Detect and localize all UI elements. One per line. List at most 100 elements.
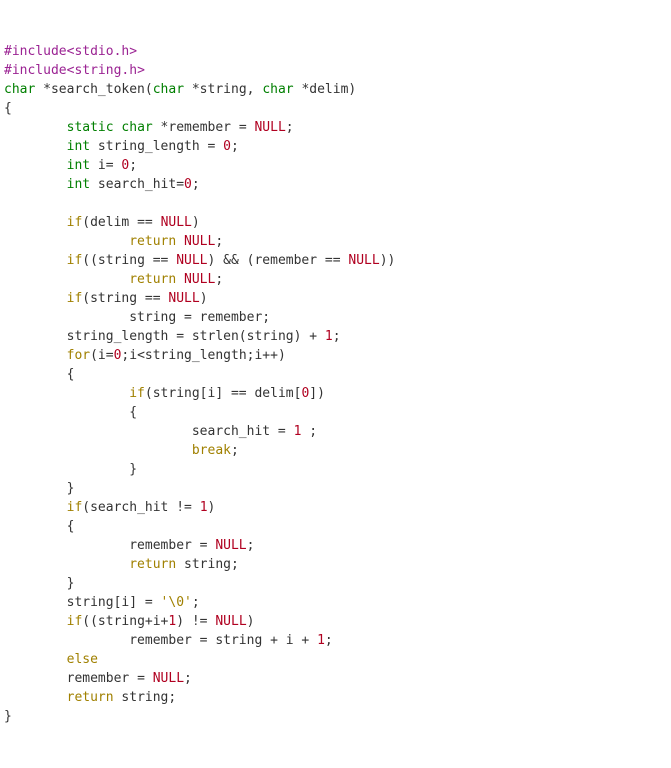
indent — [4, 291, 67, 306]
brace: { — [67, 367, 75, 382]
keyword-return: return — [67, 690, 114, 705]
indent — [4, 386, 129, 401]
keyword-if: if — [129, 386, 145, 401]
code-text: ; — [301, 424, 317, 439]
semi: ; — [129, 158, 137, 173]
semi: ; — [215, 272, 223, 287]
code-text: *search_token( — [35, 82, 152, 97]
type-keyword: char — [262, 82, 293, 97]
keyword-return: return — [129, 557, 176, 572]
code-text: ]) — [309, 386, 325, 401]
type-keyword: char — [153, 82, 184, 97]
semi: ; — [231, 139, 239, 154]
sp — [176, 272, 184, 287]
code-text: string_length = — [90, 139, 223, 154]
code-text: (string[i] == delim[ — [145, 386, 302, 401]
indent — [4, 405, 129, 420]
indent — [4, 348, 67, 363]
indent — [4, 329, 67, 344]
indent — [4, 139, 67, 154]
null-literal: NULL — [161, 215, 192, 230]
header: <stdio.h> — [67, 44, 137, 59]
null-literal: NULL — [176, 253, 207, 268]
number-literal: 1 — [317, 633, 325, 648]
code-text: string_length = strlen(string) + — [67, 329, 325, 344]
code-text: (i= — [90, 348, 113, 363]
indent — [4, 500, 67, 515]
code-text: string; — [114, 690, 177, 705]
indent — [4, 576, 67, 591]
indent — [4, 234, 129, 249]
type-keyword: int — [67, 139, 90, 154]
code-text: search_hit = — [192, 424, 294, 439]
null-literal: NULL — [184, 234, 215, 249]
keyword-if: if — [67, 253, 83, 268]
indent — [4, 671, 67, 686]
indent — [4, 158, 67, 173]
semi: ; — [215, 234, 223, 249]
keyword-if: if — [67, 500, 83, 515]
code-text: ((string == — [82, 253, 176, 268]
code-text: string[i] = — [67, 595, 161, 610]
keyword-if: if — [67, 215, 83, 230]
code-text: (search_hit != — [82, 500, 199, 515]
code-text: ) — [192, 215, 200, 230]
brace: { — [67, 519, 75, 534]
indent — [4, 253, 67, 268]
semi: ; — [184, 671, 192, 686]
brace: } — [67, 481, 75, 496]
indent — [4, 215, 67, 230]
indent — [4, 633, 129, 648]
keyword-return: return — [129, 272, 176, 287]
number-literal: 0 — [223, 139, 231, 154]
null-literal: NULL — [215, 538, 246, 553]
type-keyword: char — [121, 120, 152, 135]
indent — [4, 120, 67, 135]
code-text: (string == — [82, 291, 168, 306]
null-literal: NULL — [215, 614, 246, 629]
brace: } — [129, 462, 137, 477]
null-literal: NULL — [184, 272, 215, 287]
semi: ; — [247, 538, 255, 553]
code-text: ) — [208, 500, 216, 515]
semi: ; — [286, 120, 294, 135]
indent — [4, 614, 67, 629]
code-text: ) != — [176, 614, 215, 629]
keyword-break: break — [192, 443, 231, 458]
indent — [4, 310, 129, 325]
code-text: )) — [380, 253, 396, 268]
code-text: remember = — [129, 538, 215, 553]
indent — [4, 177, 67, 192]
keyword-return: return — [129, 234, 176, 249]
char-literal: '\0' — [161, 595, 192, 610]
semi: ; — [192, 177, 200, 192]
code-text: string = remember; — [129, 310, 270, 325]
preproc: #include — [4, 44, 67, 59]
code-text: search_hit= — [90, 177, 184, 192]
indent — [4, 424, 192, 439]
null-literal: NULL — [254, 120, 285, 135]
semi: ; — [192, 595, 200, 610]
number-literal: 1 — [325, 329, 333, 344]
number-literal: 0 — [184, 177, 192, 192]
code-text: *delim) — [294, 82, 357, 97]
indent — [4, 272, 129, 287]
indent — [4, 519, 67, 534]
indent — [4, 462, 129, 477]
keyword-else: else — [67, 652, 98, 667]
keyword-static: static — [67, 120, 114, 135]
semi: ; — [333, 329, 341, 344]
code-text: ) && (remember == — [208, 253, 349, 268]
keyword-for: for — [67, 348, 90, 363]
code-text: *remember = — [153, 120, 255, 135]
null-literal: NULL — [348, 253, 379, 268]
brace: { — [129, 405, 137, 420]
indent — [4, 443, 192, 458]
sp — [176, 234, 184, 249]
indent — [4, 690, 67, 705]
indent — [4, 557, 129, 572]
type-keyword: int — [67, 158, 90, 173]
indent — [4, 595, 67, 610]
header: <string.h> — [67, 63, 145, 78]
semi: ; — [231, 443, 239, 458]
